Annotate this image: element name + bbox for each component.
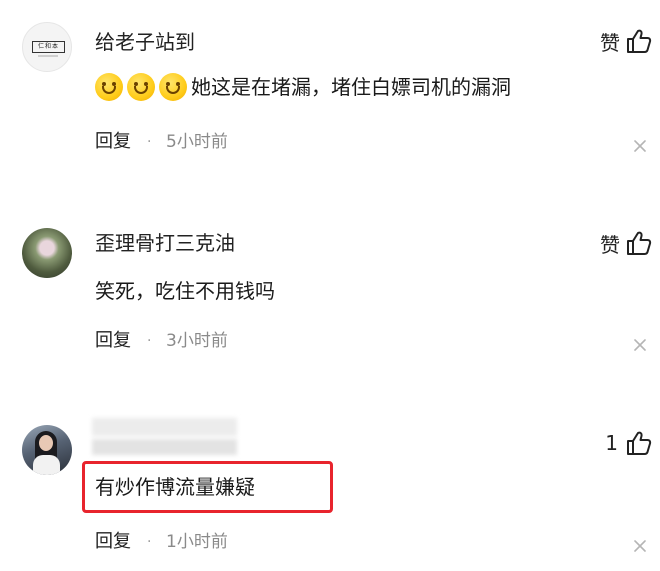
avatar[interactable]: 仁和本 — [22, 22, 72, 72]
reply-button[interactable]: 回复 — [95, 131, 131, 153]
thumbs-up-icon[interactable] — [626, 430, 652, 456]
comment-text: 笑死，吃住不用钱吗 — [95, 279, 275, 303]
timestamp: 3小时前 — [166, 331, 228, 351]
close-icon[interactable] — [632, 337, 648, 353]
like-label: 赞 — [600, 232, 620, 257]
comment-text: 她这是在堵漏，堵住白嫖司机的漏洞 — [95, 73, 511, 101]
blur-bar — [92, 418, 237, 436]
separator-dot: · — [147, 534, 152, 550]
avatar[interactable] — [22, 228, 72, 278]
comment-text-content: 她这是在堵漏，堵住白嫖司机的漏洞 — [191, 75, 511, 99]
like-button[interactable]: 赞 — [600, 26, 652, 56]
like-button[interactable]: 1 — [605, 428, 652, 458]
avatar-logo: 仁和本 — [32, 41, 65, 53]
separator-dot: · — [147, 333, 152, 349]
like-button[interactable]: 赞 — [600, 228, 652, 258]
thumbs-up-icon[interactable] — [626, 28, 652, 54]
username[interactable]: 给老子站到 — [95, 30, 195, 54]
username-blurred[interactable] — [92, 418, 237, 458]
username[interactable]: 歪理骨打三克油 — [95, 231, 235, 255]
avatar-shirt — [33, 455, 60, 475]
reply-button[interactable]: 回复 — [95, 330, 131, 352]
avatar[interactable] — [22, 425, 72, 475]
close-icon[interactable] — [632, 538, 648, 554]
like-label: 赞 — [600, 30, 620, 55]
like-count: 1 — [605, 431, 618, 455]
smile-emoji-icon — [95, 73, 123, 101]
comment-text: 有炒作博流量嫌疑 — [95, 475, 255, 499]
smile-emoji-icon — [127, 73, 155, 101]
separator-dot: · — [147, 134, 152, 150]
close-icon[interactable] — [632, 138, 648, 154]
timestamp: 1小时前 — [166, 532, 228, 552]
avatar-face — [39, 435, 53, 451]
thumbs-up-icon[interactable] — [626, 230, 652, 256]
smile-emoji-icon — [159, 73, 187, 101]
reply-button[interactable]: 回复 — [95, 531, 131, 553]
timestamp: 5小时前 — [166, 132, 228, 152]
avatar-logo-subline — [38, 55, 58, 57]
blur-bar — [92, 439, 237, 455]
